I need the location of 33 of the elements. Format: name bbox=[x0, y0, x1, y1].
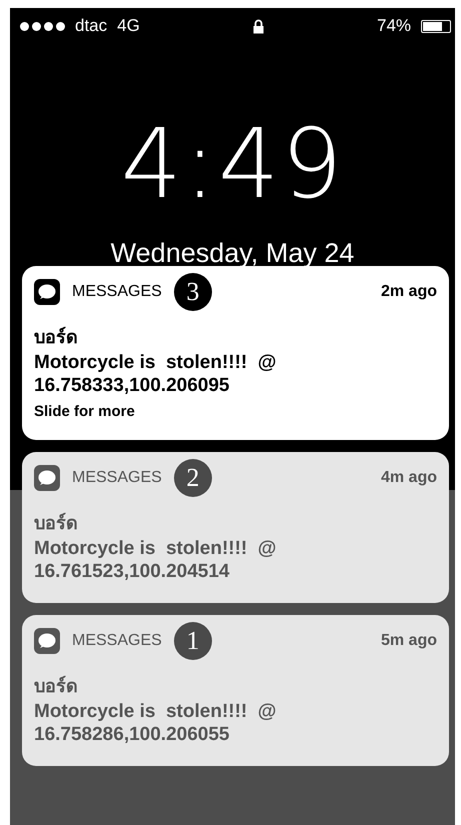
sender-name: บอร์ด bbox=[34, 326, 79, 349]
lock-icon bbox=[252, 18, 264, 34]
app-name: MESSAGES bbox=[72, 283, 162, 301]
app-name: MESSAGES bbox=[72, 469, 162, 487]
message-bubble-icon bbox=[34, 465, 60, 491]
coordinates-text: 16.758333,100.206095 bbox=[34, 374, 230, 397]
message-bubble-icon bbox=[34, 279, 60, 305]
notification-card[interactable]: MESSAGES 2 4m ago บอร์ด Motorcycle is stolen!!!! @ 16.761523,100.204514 bbox=[22, 452, 449, 603]
sender-name: บอร์ด bbox=[34, 674, 79, 698]
number-badge: 2 bbox=[174, 459, 212, 497]
notification-card[interactable]: MESSAGES 1 5m ago บอร์ด Motorcycle is stolen!!!! @ 16.758286,100.206055 bbox=[22, 615, 449, 766]
signal-icon bbox=[20, 22, 65, 30]
number-badge: 3 bbox=[174, 273, 212, 311]
coordinates-text: 16.761523,100.204514 bbox=[34, 560, 230, 583]
notification-time: 4m ago bbox=[380, 469, 437, 487]
notification-time: 5m ago bbox=[380, 632, 437, 650]
notification-card[interactable]: MESSAGES 3 2m ago บอร์ด Motorcycle is stolen!!!! @ 16.758333,100.206095 Slide for more bbox=[22, 266, 449, 440]
message-bubble-icon bbox=[34, 628, 60, 654]
sender-name: บอร์ด bbox=[34, 512, 79, 535]
message-text: Motorcycle is stolen!!!! @ bbox=[34, 700, 278, 723]
app-name: MESSAGES bbox=[72, 632, 162, 650]
number-badge: 1 bbox=[174, 622, 212, 660]
notification-time: 2m ago bbox=[380, 283, 437, 301]
battery-icon bbox=[421, 20, 452, 32]
message-text: Motorcycle is stolen!!!! @ bbox=[34, 351, 278, 374]
coordinates-text: 16.758286,100.206055 bbox=[34, 723, 230, 746]
slide-hint: Slide for more bbox=[34, 403, 136, 420]
date-label: Wednesday, May 24 bbox=[110, 238, 354, 269]
battery-percent: 74% bbox=[376, 16, 412, 36]
clock-time: 4:49 bbox=[120, 116, 344, 212]
carrier-name: dtac bbox=[75, 16, 108, 36]
network-type: 4G bbox=[117, 16, 140, 36]
message-text: Motorcycle is stolen!!!! @ bbox=[34, 537, 278, 560]
